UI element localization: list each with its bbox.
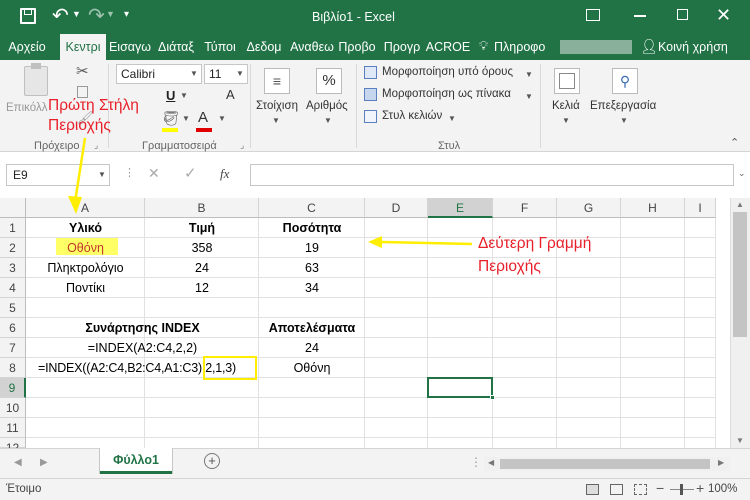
scroll-sheets-right-icon[interactable]: ▶	[40, 457, 48, 468]
page-break-view-icon[interactable]	[634, 484, 647, 495]
horizontal-scroll-thumb[interactable]	[500, 459, 710, 469]
sheet-tab-active[interactable]: Φύλλο1	[100, 448, 172, 474]
normal-view-icon[interactable]	[586, 484, 599, 495]
zoom-slider-thumb[interactable]	[680, 484, 683, 495]
scroll-sheets-left-icon[interactable]: ◀	[14, 457, 22, 468]
scroll-right-icon[interactable]: ▶	[718, 458, 724, 467]
status-bar: Έτοιμο − + 100%	[0, 478, 750, 500]
zoom-out-icon[interactable]: −	[656, 480, 664, 496]
sheet-tabs-bar: ◀ ▶ Φύλλο1 + ⋮ ◀ ▶	[0, 448, 750, 478]
more-dots-icon: ⋮	[470, 455, 482, 469]
scroll-left-icon[interactable]: ◀	[488, 458, 494, 467]
zoom-level[interactable]: 100%	[708, 483, 737, 495]
sheet-tab-label: Φύλλο1	[113, 453, 159, 467]
status-ready: Έτοιμο	[6, 483, 42, 495]
page-layout-view-icon[interactable]	[610, 484, 623, 495]
add-sheet-icon[interactable]: +	[204, 453, 220, 469]
zoom-in-icon[interactable]: +	[696, 480, 704, 496]
annotation-arrows	[68, 137, 473, 248]
